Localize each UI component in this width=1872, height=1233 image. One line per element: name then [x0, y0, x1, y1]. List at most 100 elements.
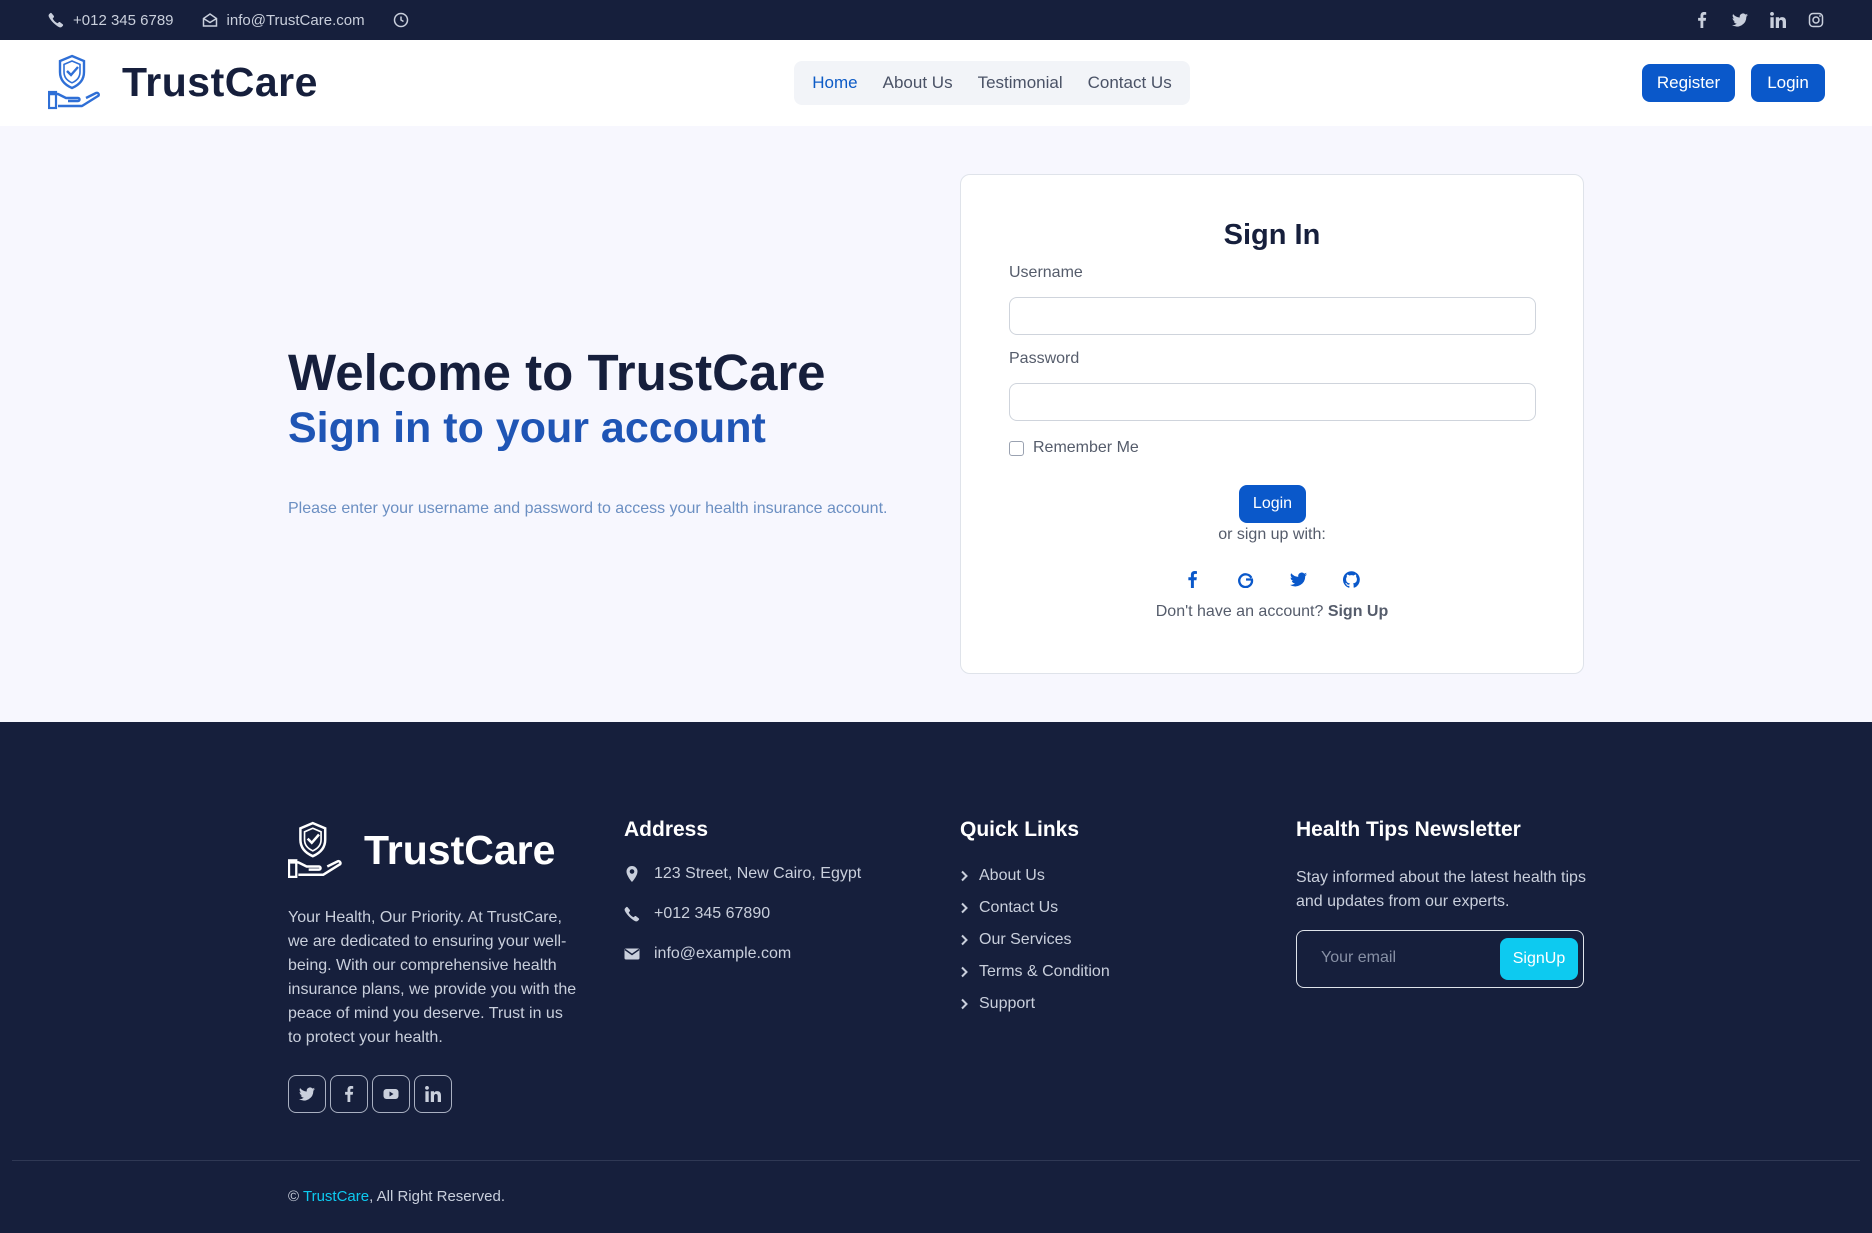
- twitter-icon[interactable]: [1290, 571, 1307, 588]
- footer-divider: [12, 1160, 1860, 1161]
- password-label: Password: [1009, 350, 1080, 367]
- topbar-phone[interactable]: +012 345 6789: [48, 12, 174, 29]
- remember-me-checkbox[interactable]: [1009, 440, 1024, 456]
- chevron-right-icon: [960, 870, 969, 882]
- newsletter-description: Stay informed about the latest health ti…: [1296, 869, 1586, 910]
- quick-links: About Us Contact Us Our Services Terms &…: [960, 866, 1110, 1026]
- remember-me-label: Remember Me: [1033, 439, 1139, 456]
- facebook-icon[interactable]: [1184, 571, 1201, 588]
- chevron-right-icon: [960, 998, 969, 1010]
- signup-link[interactable]: Sign Up: [1328, 603, 1388, 620]
- header: TrustCare Home About Us Testimonial Cont…: [0, 40, 1872, 126]
- quick-link-label: Terms & Condition: [979, 963, 1110, 980]
- quick-link-label: Our Services: [979, 931, 1072, 948]
- footer-social: [288, 1075, 452, 1113]
- copyright: © TrustCare, All Right Reserved.: [288, 1188, 505, 1205]
- chevron-right-icon: [960, 966, 969, 978]
- footer-facebook-button[interactable]: [330, 1075, 368, 1113]
- address-list: 123 Street, New Cairo, Egypt +012 345 67…: [624, 864, 861, 984]
- footer-brand[interactable]: TrustCare: [287, 819, 556, 881]
- copyright-text: , All Right Reserved.: [369, 1188, 505, 1205]
- twitter-icon: [299, 1086, 315, 1102]
- topbar-hours: [393, 12, 409, 28]
- signin-card: Sign In Username Password Remember Me Lo…: [960, 174, 1584, 674]
- quick-link-our-services[interactable]: Our Services: [960, 930, 1110, 950]
- footer-linkedin-button[interactable]: [414, 1075, 452, 1113]
- address-street: 123 Street, New Cairo, Egypt: [624, 864, 861, 884]
- envelope-icon: [202, 12, 218, 28]
- nav-home[interactable]: Home: [812, 73, 857, 93]
- signin-title: Sign In: [1223, 219, 1321, 251]
- address-phone-text: +012 345 67890: [654, 905, 771, 922]
- quick-link-label: Contact Us: [979, 899, 1059, 916]
- instagram-icon[interactable]: [1808, 12, 1824, 28]
- facebook-icon[interactable]: [1694, 12, 1710, 28]
- address-email[interactable]: info@example.com: [624, 944, 861, 964]
- topbar-email[interactable]: info@TrustCare.com: [202, 12, 365, 29]
- envelope-icon: [624, 946, 640, 962]
- quick-links-title: Quick Links: [960, 818, 1080, 841]
- footer-description: Your Health, Our Priority. At TrustCare,…: [288, 909, 577, 1046]
- main-content: Welcome to TrustCare Sign in to your acc…: [0, 126, 1872, 722]
- facebook-icon: [341, 1086, 357, 1102]
- footer-twitter-button[interactable]: [288, 1075, 326, 1113]
- clock-icon: [393, 12, 409, 28]
- header-login-button[interactable]: Login: [1751, 64, 1825, 102]
- chevron-right-icon: [960, 934, 969, 946]
- hero-subtitle: Sign in to your account: [288, 404, 766, 453]
- quick-link-terms[interactable]: Terms & Condition: [960, 962, 1110, 982]
- shield-hand-logo-icon: [47, 52, 108, 112]
- linkedin-icon[interactable]: [1770, 12, 1786, 28]
- address-phone[interactable]: +012 345 67890: [624, 904, 861, 924]
- signup-prompt: Don't have an account? Sign Up: [961, 603, 1583, 621]
- nav-testimonial[interactable]: Testimonial: [978, 73, 1063, 93]
- phone-icon: [48, 12, 64, 28]
- hero-title: Welcome to TrustCare: [288, 344, 826, 401]
- address-email-text: info@example.com: [654, 945, 792, 962]
- username-label: Username: [1009, 264, 1083, 281]
- no-account-text: Don't have an account?: [1155, 603, 1324, 620]
- hero: Welcome to TrustCare Sign in to your acc…: [288, 342, 887, 518]
- address-street-text: 123 Street, New Cairo, Egypt: [654, 865, 862, 882]
- newsletter-form: Your email SignUp: [1296, 930, 1584, 988]
- linkedin-icon: [425, 1086, 441, 1102]
- topbar-email-text: info@TrustCare.com: [226, 11, 365, 29]
- twitter-icon[interactable]: [1732, 12, 1748, 28]
- shield-hand-logo-icon: [287, 819, 350, 881]
- footer-youtube-button[interactable]: [372, 1075, 410, 1113]
- top-bar: +012 345 6789 info@TrustCare.com: [0, 0, 1872, 40]
- quick-link-label: About Us: [979, 867, 1045, 884]
- newsletter-email-input[interactable]: Your email: [1321, 949, 1396, 967]
- nav-contact-us[interactable]: Contact Us: [1088, 73, 1172, 93]
- or-signup-text: or sign up with:: [1218, 526, 1326, 543]
- footer-brand-name: TrustCare: [364, 826, 556, 873]
- quick-link-contact-us[interactable]: Contact Us: [960, 898, 1110, 918]
- quick-link-label: Support: [979, 995, 1036, 1012]
- login-button[interactable]: Login: [1239, 485, 1306, 523]
- newsletter-signup-button[interactable]: SignUp: [1500, 938, 1578, 980]
- address-title: Address: [624, 818, 709, 841]
- chevron-right-icon: [960, 902, 969, 914]
- brand-name: TrustCare: [122, 58, 318, 105]
- newsletter-title: Health Tips Newsletter: [1296, 818, 1521, 841]
- username-input[interactable]: [1009, 297, 1536, 335]
- main-nav: Home About Us Testimonial Contact Us: [794, 61, 1190, 105]
- youtube-icon: [383, 1086, 399, 1102]
- brand-logo-link[interactable]: TrustCare: [47, 52, 318, 112]
- topbar-phone-text: +012 345 6789: [73, 11, 174, 29]
- quick-link-about-us[interactable]: About Us: [960, 866, 1110, 886]
- footer: TrustCare Your Health, Our Priority. At …: [0, 722, 1872, 1233]
- copyright-symbol: ©: [288, 1188, 300, 1205]
- hero-description: Please enter your username and password …: [288, 499, 888, 517]
- password-input[interactable]: [1009, 383, 1536, 421]
- github-icon[interactable]: [1343, 571, 1360, 588]
- register-button[interactable]: Register: [1642, 64, 1735, 102]
- google-icon[interactable]: [1237, 571, 1254, 588]
- map-marker-icon: [624, 866, 640, 882]
- social-login: [961, 571, 1583, 588]
- quick-link-support[interactable]: Support: [960, 994, 1110, 1014]
- nav-about-us[interactable]: About Us: [883, 73, 953, 93]
- phone-icon: [624, 906, 640, 922]
- remember-me[interactable]: Remember Me: [1009, 439, 1139, 457]
- copyright-brand-link[interactable]: TrustCare: [303, 1188, 369, 1205]
